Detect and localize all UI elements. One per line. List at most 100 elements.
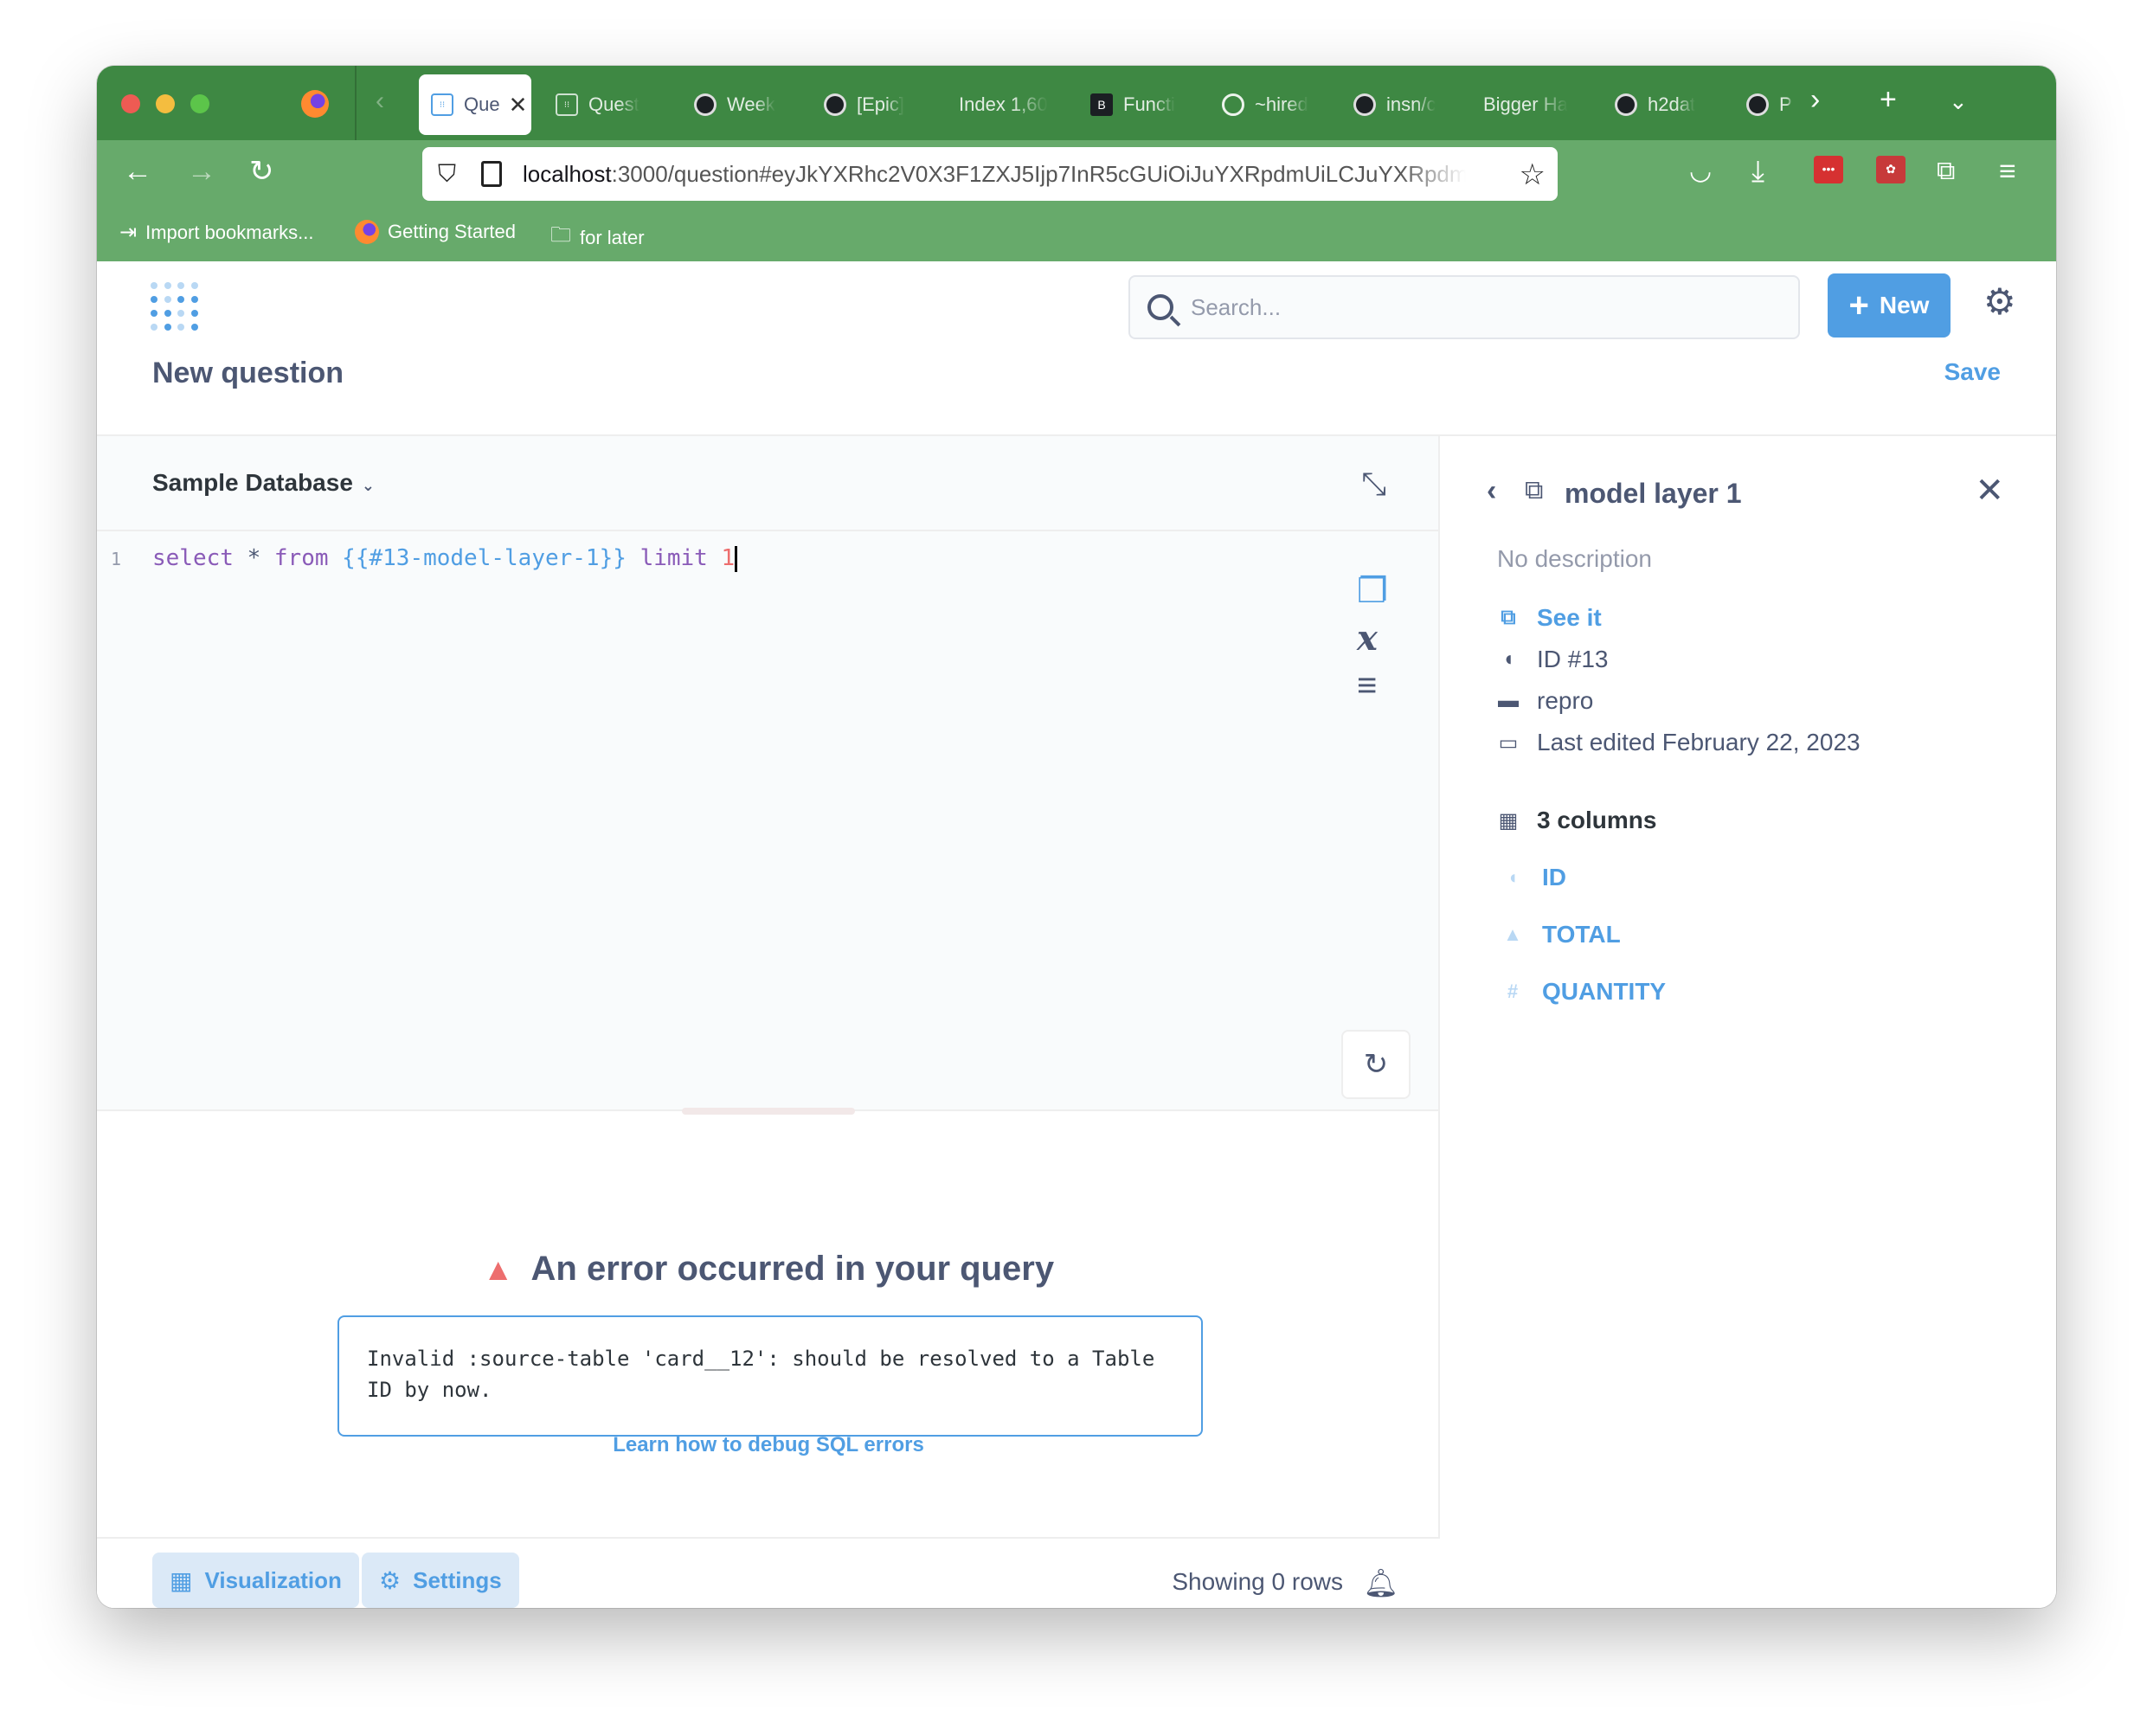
search-bar[interactable] xyxy=(1128,275,1800,339)
database-picker[interactable]: Sample Database ⌄ xyxy=(152,469,375,497)
firefox-icon[interactable] xyxy=(301,90,329,118)
sql-keyword: from xyxy=(273,545,329,571)
list-all-tabs-icon[interactable]: ⌄ xyxy=(1949,88,1968,115)
gear-icon: ⚙ xyxy=(379,1566,402,1594)
navigation-bar: ← → ↻ ⛉ localhost:3000/question#eyJkYXRh… xyxy=(97,140,2056,206)
tab-question-active[interactable]: ⁝⁝ Que ✕ xyxy=(419,74,531,135)
firefox-icon xyxy=(355,220,379,244)
bell-icon[interactable]: 🔔︎ xyxy=(1363,1566,1398,1599)
url-bar[interactable]: ⛉ localhost:3000/question#eyJkYXRhc2V0X3… xyxy=(422,147,1558,201)
extensions-puzzle-icon[interactable]: ⧉ xyxy=(1937,154,1955,189)
column-name: ID xyxy=(1542,864,1566,891)
metabase-app: + New ⚙ New question Save Sample Databas… xyxy=(97,261,2056,1608)
pocket-icon[interactable]: ◡ xyxy=(1689,154,1712,189)
tab-divider xyxy=(355,66,357,140)
tab-p[interactable]: P xyxy=(1746,74,1798,135)
book-icon: B xyxy=(1090,93,1113,116)
bookmark-import[interactable]: ⇥ Import bookmarks... xyxy=(119,220,314,245)
metabase-logo-icon[interactable] xyxy=(151,282,199,332)
new-button[interactable]: + New xyxy=(1828,273,1951,338)
back-chevron-icon[interactable]: ‹ xyxy=(1487,474,1496,508)
reload-icon[interactable]: ↻ xyxy=(249,154,274,189)
tab-bigger-hammer[interactable]: Bigger Ha xyxy=(1483,74,1596,135)
settings-button[interactable]: ⚙ Settings xyxy=(362,1553,519,1608)
shield-icon[interactable]: ⛉ xyxy=(438,160,462,188)
last-edited-text: Last edited February 22, 2023 xyxy=(1537,729,1861,755)
forward-arrow-icon[interactable]: → xyxy=(187,154,216,189)
tab-label: Index 1,60 xyxy=(959,93,1048,115)
bookmark-label: for later xyxy=(580,226,645,248)
sql-keyword: limit xyxy=(639,545,708,571)
sql-editor[interactable]: 1 select * from {{#13-model-layer-1}} li… xyxy=(97,531,1438,1111)
tab-insn[interactable]: insn/c xyxy=(1353,74,1457,135)
tab-h2database[interactable]: h2dat xyxy=(1615,74,1727,135)
bookmark-getting-started[interactable]: Getting Started xyxy=(355,220,516,244)
extension-lastpass-icon[interactable]: ••• xyxy=(1814,156,1843,183)
tab-question[interactable]: ⁝⁝ Quest xyxy=(556,74,659,135)
model-id: ◖ ID #13 xyxy=(1495,646,1609,673)
bookmark-star-icon[interactable]: ☆ xyxy=(1520,158,1546,192)
sql-code-line[interactable]: select * from {{#13-model-layer-1}} limi… xyxy=(152,545,738,572)
github-icon xyxy=(824,93,846,116)
page-icon[interactable] xyxy=(481,161,502,187)
debug-sql-link[interactable]: Learn how to debug SQL errors xyxy=(97,1433,1440,1457)
tab-functions[interactable]: B Functi xyxy=(1090,74,1194,135)
see-it-link[interactable]: ⧉ See it xyxy=(1495,604,1602,632)
download-icon[interactable]: ⤓ xyxy=(1751,154,1764,189)
tab-scroll-left-icon[interactable]: ‹ xyxy=(376,87,384,116)
tab-scroll-right-icon[interactable]: › xyxy=(1810,83,1820,117)
column-item-quantity[interactable]: # QUANTITY xyxy=(1499,978,1666,1006)
collapse-editor-icon[interactable]: ⤡ xyxy=(1361,466,1386,503)
search-input[interactable] xyxy=(1191,293,1779,321)
table-icon: ▦ xyxy=(1498,808,1519,833)
snippets-icon[interactable]: ≡ xyxy=(1357,666,1377,705)
url-text[interactable]: localhost:3000/question#eyJkYXRhc2V0X3F1… xyxy=(523,161,1466,188)
tab-label: h2dat xyxy=(1648,93,1696,115)
variables-icon[interactable]: x xyxy=(1357,618,1378,659)
new-tab-icon[interactable]: + xyxy=(1880,83,1897,117)
save-button[interactable]: Save xyxy=(1944,358,2001,386)
tab-label: Week xyxy=(727,93,775,115)
label-icon: ◖ xyxy=(1507,866,1519,888)
calendar-icon: ▭ xyxy=(1498,730,1519,755)
minimize-window-button[interactable] xyxy=(156,94,175,113)
app-header: + New ⚙ New question Save xyxy=(97,261,2056,436)
error-heading: ▲ An error occurred in your query xyxy=(97,1250,1440,1289)
sql-number: 1 xyxy=(721,545,736,571)
gear-icon[interactable]: ⚙ xyxy=(1983,280,2016,323)
see-it-label: See it xyxy=(1537,604,1602,631)
column-item-id[interactable]: ◖ ID xyxy=(1499,864,1566,891)
url-path: :3000/question#eyJkYXRhc2V0X3F1ZXJ5Ijp7I… xyxy=(611,160,1466,187)
extension-bug-icon[interactable]: ✿ xyxy=(1876,156,1906,183)
hamburger-menu-icon[interactable]: ≡ xyxy=(1999,154,2016,189)
settings-label: Settings xyxy=(413,1566,502,1593)
data-reference-icon[interactable]: ❐ xyxy=(1357,571,1388,611)
resize-handle[interactable] xyxy=(682,1108,855,1115)
close-window-button[interactable] xyxy=(121,94,140,113)
close-tab-icon[interactable]: ✕ xyxy=(509,92,528,119)
sql-template-tag: {{#13-model-layer-1}} xyxy=(342,545,627,571)
row-count: Showing 0 rows xyxy=(1172,1568,1343,1595)
bookmark-label: Getting Started xyxy=(388,221,516,242)
back-arrow-icon[interactable]: ← xyxy=(123,154,152,189)
tab-bar: ‹ ⁝⁝ Que ✕ ⁝⁝ Quest Week [Epic] Index 1,… xyxy=(97,66,2056,140)
collection-name: repro xyxy=(1537,687,1594,714)
tab-label: P xyxy=(1779,93,1792,115)
metabase-tab-icon: ⁝⁝ xyxy=(556,93,578,116)
external-link-icon: ⧉ xyxy=(1501,606,1516,629)
bookmark-folder-for-later[interactable]: 🗀 for later xyxy=(550,220,645,255)
run-query-button[interactable]: ↻ xyxy=(1341,1030,1411,1099)
tab-weekly[interactable]: Week xyxy=(694,74,798,135)
search-icon xyxy=(1147,294,1173,320)
tab-label: Quest xyxy=(588,93,639,115)
browser-chrome: ‹ ⁝⁝ Que ✕ ⁝⁝ Quest Week [Epic] Index 1,… xyxy=(97,66,2056,261)
tab-epic[interactable]: [Epic] xyxy=(824,74,936,135)
data-reference-sidebar: ‹ ⧉ model layer 1 ✕ No description ⧉ See… xyxy=(1442,436,2056,1608)
tab-index[interactable]: Index 1,60 xyxy=(959,74,1063,135)
visualization-button[interactable]: ▦ Visualization xyxy=(152,1553,359,1608)
close-icon[interactable]: ✕ xyxy=(1975,471,2004,511)
tab-hired[interactable]: ~hired xyxy=(1222,74,1326,135)
column-item-total[interactable]: ▲ TOTAL xyxy=(1499,921,1621,948)
warning-icon: ▲ xyxy=(1503,923,1522,945)
zoom-window-button[interactable] xyxy=(190,94,209,113)
